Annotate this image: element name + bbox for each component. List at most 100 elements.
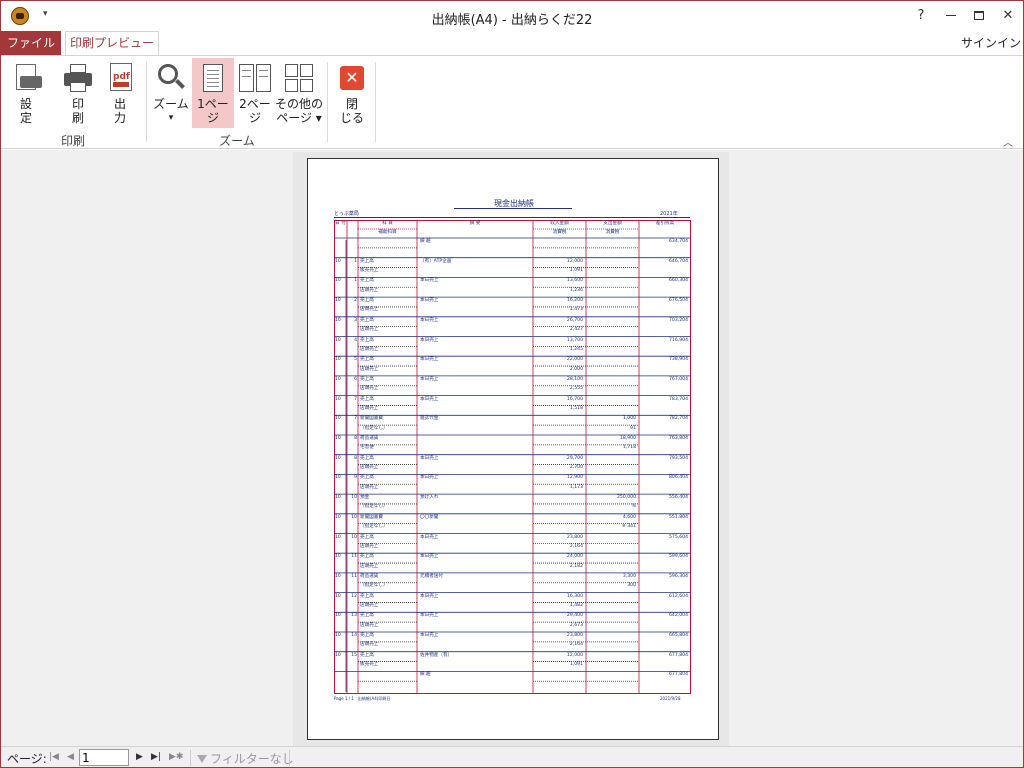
other-pages-button[interactable]: その他の ページ ▾: [275, 58, 323, 130]
row-summary: 本日売上: [420, 534, 439, 540]
one-page-button[interactable]: 1ペー ジ: [192, 58, 234, 128]
col-header-income: 収入金額: [550, 221, 569, 226]
row-sub-account: 販売売上: [360, 268, 379, 274]
row-balance: 806,404: [669, 475, 688, 481]
row-account: 売上高: [360, 337, 374, 343]
col-header-date: 日 付: [335, 221, 346, 226]
row-income: 24,000: [566, 554, 583, 560]
two-page-button[interactable]: 2ペー ジ: [235, 58, 275, 130]
last-page-button[interactable]: ▶|: [151, 750, 161, 764]
print-button[interactable]: 印 刷: [57, 58, 99, 130]
row-expense: 250,000: [617, 495, 636, 501]
row-income: 23,800: [566, 534, 583, 540]
other-pages-label: その他の ページ ▾: [275, 97, 324, 125]
row-day: 15: [351, 652, 357, 658]
row-account: 売上高: [360, 613, 374, 619]
two-page-icon: [239, 62, 271, 94]
row-day: 2: [354, 298, 357, 304]
row-income: 12,900: [566, 475, 583, 481]
row-summary: 雑誌代金: [420, 416, 439, 422]
row-sub-account: 店頭売上: [360, 346, 379, 352]
title-bar: ▾ 出納帳(A4) - 出納らくだ22 ? ✕: [1, 1, 1023, 31]
zoom-button[interactable]: ズーム ▾: [151, 58, 191, 130]
pdf-output-button[interactable]: pdf 出 力: [99, 58, 141, 130]
row-day: 14: [351, 633, 357, 638]
row-balance: 646,704: [669, 258, 688, 264]
one-page-icon: [197, 62, 229, 94]
row-account: 売上高: [360, 317, 374, 323]
report-year: 2021年: [660, 211, 678, 217]
row-month: 10: [335, 495, 341, 501]
printer-icon: [62, 62, 94, 94]
row-day: 10: [351, 534, 357, 540]
col-header-expense-tax: 消費税: [605, 230, 620, 235]
row-balance: 677,804: [669, 652, 688, 658]
row-balance: 738,904: [669, 357, 688, 363]
row-summary: 本日売上: [420, 278, 439, 284]
next-page-button[interactable]: ▶: [136, 750, 143, 764]
row-day: 10: [351, 514, 357, 520]
row-sub-account: （指定なし）: [360, 504, 388, 510]
new-record-button[interactable]: ▶✱: [169, 750, 183, 764]
signin-link[interactable]: サインイン: [961, 34, 1021, 51]
row-month: 10: [335, 593, 341, 599]
row-month: 10: [335, 376, 341, 382]
print-group-label: 印刷: [60, 134, 85, 148]
row-income: 13,600: [566, 278, 583, 284]
row-day: 13: [351, 613, 357, 619]
row-balance: 783,704: [669, 396, 688, 402]
filter-status[interactable]: フィルターなし: [197, 750, 294, 767]
page-setup-button[interactable]: 設 定: [5, 58, 47, 130]
ribbon: 設 定 印 刷 pdf 出 力 印刷 ズーム ▾ 1ペー ジ 2ペー ジ その他…: [1, 55, 1023, 149]
title-underline: [454, 208, 572, 209]
row-month: 10: [335, 317, 341, 323]
report-footer-left: Page 1 / 1 出納帳(A4)印刷日: [334, 696, 391, 701]
group-separator: [146, 62, 147, 142]
row-month: 10: [335, 396, 341, 402]
row-account: 荷造運賃: [360, 436, 379, 441]
row-month: 10: [335, 652, 341, 658]
first-page-button[interactable]: |◀: [49, 750, 59, 764]
row-sub-account: （指定なし）: [360, 583, 388, 589]
help-button[interactable]: ?: [907, 5, 935, 27]
page-setup-label: 設 定: [19, 97, 32, 125]
maximize-button[interactable]: [965, 5, 993, 27]
row-day: 5: [354, 357, 357, 363]
close-window-button[interactable]: ✕: [994, 5, 1022, 27]
tab-print-preview[interactable]: 印刷プレビュー: [65, 31, 159, 56]
row-income-tax: 2,164: [569, 543, 583, 549]
zoom-magnifier-icon: [155, 62, 187, 94]
report-page[interactable]: 現金出納帳 とっぷ薬局 2021年 日 付 科 目 補助科目 摘 要 収入金額 …: [307, 158, 719, 740]
row-day: 1: [354, 278, 357, 284]
row-balance: 599,604: [669, 554, 688, 560]
ribbon-tabs: ファイル 印刷プレビュー サインイン: [1, 31, 1023, 56]
filter-icon: [197, 754, 207, 765]
row-summary: 本日売上: [420, 317, 439, 323]
group-separator: [327, 62, 328, 142]
row-account: 売上高: [360, 652, 374, 658]
tab-file[interactable]: ファイル: [1, 31, 61, 55]
prev-page-button[interactable]: ◀: [67, 750, 74, 764]
row-account: 売上高: [360, 633, 374, 638]
row-month: 10: [335, 258, 341, 264]
minimize-button[interactable]: [937, 5, 965, 27]
collapse-ribbon-icon[interactable]: ︿: [1003, 134, 1013, 149]
row-income-tax: 2,164: [569, 642, 583, 648]
row-summary: 本日売上: [420, 475, 439, 481]
row-balance: 665,804: [669, 633, 688, 638]
print-label: 印 刷: [71, 97, 84, 125]
row-summary: 本日売上: [420, 613, 439, 619]
row-income: 23,800: [566, 633, 583, 638]
close-preview-button[interactable]: ✕ 閉 じる: [333, 58, 371, 130]
row-sub-account: 店頭売上: [360, 563, 379, 569]
one-page-label: 1ペー ジ: [197, 97, 229, 125]
preview-workspace[interactable]: 現金出納帳 とっぷ薬局 2021年 日 付 科 目 補助科目 摘 要 収入金額 …: [1, 150, 1023, 746]
row-month: 10: [335, 475, 341, 481]
row-day: 8: [354, 455, 357, 461]
row-month: 10: [335, 514, 341, 520]
row-month: 10: [335, 633, 341, 638]
row-summary: 繰 越: [420, 239, 431, 244]
row-income: 12,000: [566, 652, 583, 658]
page-number-input[interactable]: [79, 749, 129, 766]
row-income-tax: 2,673: [569, 622, 583, 628]
